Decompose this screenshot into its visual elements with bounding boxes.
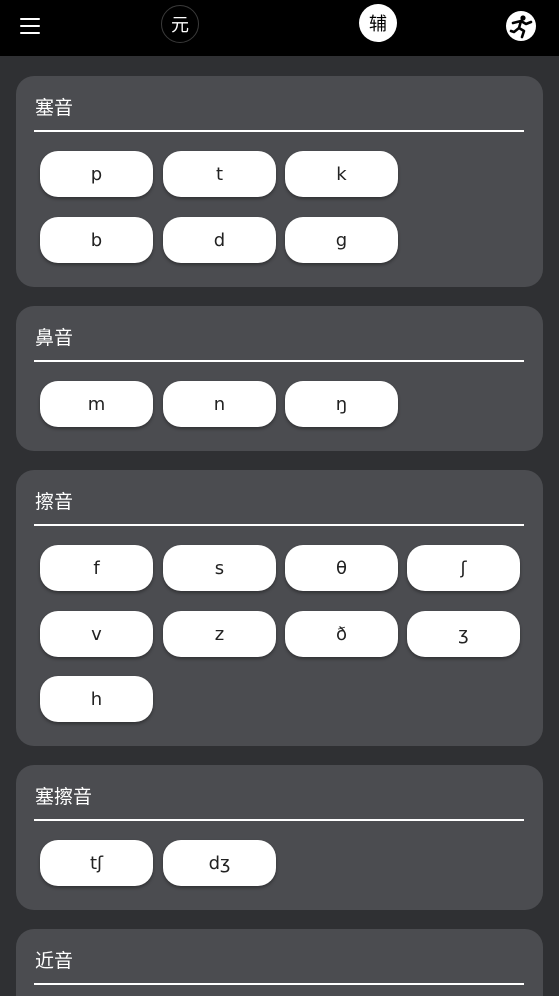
sound-button[interactable]: dʒ [163, 840, 276, 886]
section-divider [34, 819, 524, 821]
section-title: 擦音 [35, 491, 74, 513]
tab-vowels[interactable]: 元 [161, 5, 199, 43]
sound-button[interactable]: ʒ [407, 611, 520, 657]
sound-button[interactable]: k [285, 151, 398, 197]
section-nasals: 鼻音 m n ŋ [16, 306, 543, 451]
section-title: 塞音 [35, 97, 74, 119]
section-title: 近音 [35, 950, 74, 972]
sound-button[interactable]: b [40, 217, 153, 263]
hamburger-menu-icon[interactable] [20, 18, 41, 36]
sound-button[interactable]: z [163, 611, 276, 657]
section-affricates: 塞擦音 tʃ dʒ [16, 765, 543, 910]
sound-button[interactable]: f [40, 545, 153, 591]
section-divider [34, 130, 524, 132]
sound-button[interactable]: n [163, 381, 276, 427]
section-divider [34, 360, 524, 362]
consonant-list[interactable]: 塞音 p t k b d g 鼻音 m n ŋ 擦音 f s θ ʃ v z ð… [0, 56, 559, 996]
runner-icon[interactable] [506, 11, 536, 41]
sound-button[interactable]: tʃ [40, 840, 153, 886]
section-title: 塞擦音 [35, 786, 93, 808]
section-fricatives: 擦音 f s θ ʃ v z ð ʒ h [16, 470, 543, 746]
sound-button[interactable]: p [40, 151, 153, 197]
sound-button[interactable]: g [285, 217, 398, 263]
top-app-bar: 元 辅 [0, 0, 559, 56]
sound-button[interactable]: h [40, 676, 153, 722]
sound-button[interactable]: m [40, 381, 153, 427]
sound-button[interactable]: s [163, 545, 276, 591]
section-plosives: 塞音 p t k b d g [16, 76, 543, 287]
sound-button[interactable]: d [163, 217, 276, 263]
section-divider [34, 524, 524, 526]
sound-button[interactable]: v [40, 611, 153, 657]
sound-button[interactable]: ʃ [407, 545, 520, 591]
section-title: 鼻音 [35, 327, 74, 349]
sound-button[interactable]: t [163, 151, 276, 197]
sound-button[interactable]: θ [285, 545, 398, 591]
section-approximants: 近音 [16, 929, 543, 996]
tab-consonants[interactable]: 辅 [359, 4, 397, 42]
section-divider [34, 983, 524, 985]
sound-button[interactable]: ð [285, 611, 398, 657]
sound-button[interactable]: ŋ [285, 381, 398, 427]
